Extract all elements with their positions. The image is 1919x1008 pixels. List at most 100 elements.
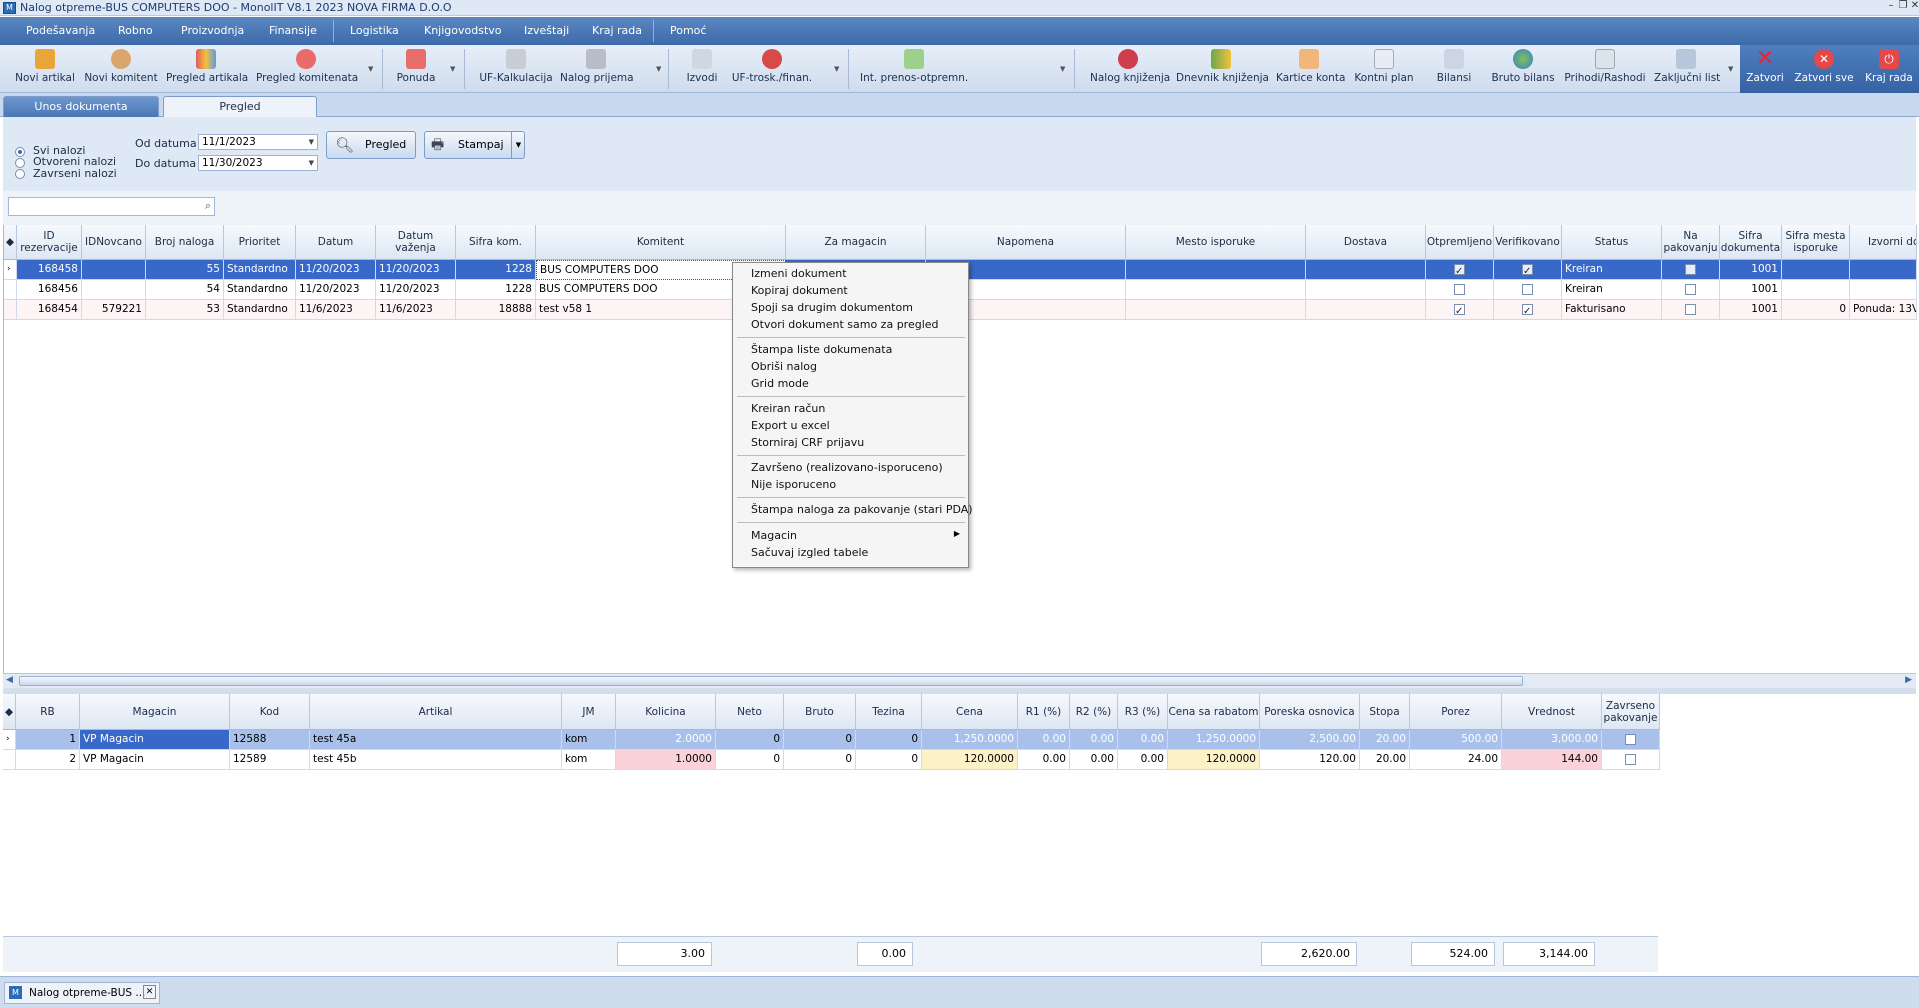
col-r2[interactable]: R2 (%) [1070, 694, 1118, 730]
col-cena-rabat[interactable]: Cena sa rabatom [1168, 694, 1260, 730]
col-magacin[interactable]: Za magacin [786, 225, 926, 260]
menu-knjigovodstvo[interactable]: Knjigovodstvo [424, 24, 502, 37]
balances-button[interactable]: Bilansi [1434, 47, 1474, 93]
from-date-field[interactable]: 11/1/2023 ▼ [198, 134, 318, 150]
tab-entry[interactable]: Unos dokumenta [3, 96, 159, 117]
table-row[interactable]: › 1 VP Magacin 12588 test 45a kom 2.0000… [3, 730, 1660, 750]
menu-edit-document[interactable]: Izmeni dokument [751, 267, 847, 280]
uf-costs-button[interactable]: UF-trosk./finan. [730, 47, 814, 93]
closing-sheet-button[interactable]: Zaključni list [1654, 47, 1720, 93]
menu-grid-mode[interactable]: Grid mode [751, 377, 809, 390]
window-tab[interactable]: M Nalog otpreme-BUS ... ✕ [4, 982, 160, 1004]
radio-all-orders[interactable] [15, 147, 25, 157]
scroll-left-icon[interactable]: ◀ [6, 675, 13, 685]
verified-checkbox[interactable] [1522, 262, 1533, 279]
menu-cancel-crf[interactable]: Storniraj CRF prijavu [751, 436, 864, 449]
shipped-checkbox[interactable] [1454, 262, 1465, 279]
table-row[interactable]: 2 VP Magacin 12589 test 45b kom 1.0000 0… [3, 750, 1660, 770]
gross-balance-button[interactable]: Bruto bilans [1490, 47, 1556, 93]
col-vrednost[interactable]: Vrednost [1502, 694, 1602, 730]
menu-copy-document[interactable]: Kopiraj dokument [751, 284, 848, 297]
scroll-thumb[interactable] [19, 676, 1523, 686]
statements-button[interactable]: Izvodi [682, 47, 722, 93]
search-input[interactable]: ⌕ [8, 197, 215, 216]
view-button[interactable]: 🔍︎ Pregled [326, 131, 416, 159]
new-article-button[interactable]: Novi artikal [14, 47, 76, 93]
col-osnovica[interactable]: Poreska osnovica [1260, 694, 1360, 730]
col-dostava[interactable]: Dostava [1306, 225, 1426, 260]
receipt-order-button[interactable]: Nalog prijema [560, 47, 634, 93]
tab-view[interactable]: Pregled [163, 96, 317, 117]
menu-warehouse[interactable]: Magacin [751, 529, 797, 542]
menu-kraj-rada[interactable]: Kraj rada [592, 24, 642, 37]
col-r1[interactable]: R1 (%) [1018, 694, 1070, 730]
menu-podesavanja[interactable]: Podešavanja [26, 24, 95, 37]
verified-checkbox[interactable] [1522, 302, 1533, 319]
print-button[interactable]: 🖶 Stampaj ▼ [424, 131, 525, 159]
col-status[interactable]: Status [1562, 225, 1662, 260]
shipped-checkbox[interactable] [1454, 283, 1465, 295]
menu-completed[interactable]: Završeno (realizovano-isporuceno) [751, 461, 943, 474]
view-partners-button[interactable]: Pregled komitenata [256, 47, 358, 93]
col-verifikovano[interactable]: Verifikovano [1494, 225, 1562, 260]
menu-izvestaji[interactable]: Izveštaji [524, 24, 569, 37]
menu-created-invoice[interactable]: Kreiran račun [751, 402, 825, 415]
search-icon[interactable]: ⌕ [205, 199, 211, 213]
verified-checkbox[interactable] [1522, 283, 1533, 295]
packing-done-checkbox[interactable] [1625, 753, 1636, 765]
menu-print-packing[interactable]: Štampa naloga za pakovanje (stari PDA) [751, 503, 973, 516]
col-cena[interactable]: Cena [922, 694, 1018, 730]
horizontal-scrollbar[interactable]: ◀ ▶ [3, 673, 1916, 688]
col-neto[interactable]: Neto [716, 694, 784, 730]
internal-transfer-button[interactable]: Int. prenos-otpremn. [860, 47, 968, 93]
dropdown-arrow-icon[interactable]: ▼ [309, 135, 314, 149]
col-stopa[interactable]: Stopa [1360, 694, 1410, 730]
offer-button[interactable]: Ponuda [394, 47, 438, 93]
chart-of-accounts-button[interactable]: Kontni plan [1354, 47, 1414, 93]
scroll-right-icon[interactable]: ▶ [1905, 675, 1912, 685]
menu-logistika[interactable]: Logistika [350, 24, 399, 37]
account-cards-button[interactable]: Kartice konta [1276, 47, 1345, 93]
col-bruto[interactable]: Bruto [784, 694, 856, 730]
col-artikal[interactable]: Artikal [310, 694, 562, 730]
col-rb[interactable]: RB [16, 694, 80, 730]
menu-delete-order[interactable]: Obriši nalog [751, 360, 817, 373]
packing-checkbox[interactable] [1685, 263, 1696, 275]
uf-calculation-button[interactable]: UF-Kalkulacija [478, 47, 554, 93]
dropdown-arrow-icon[interactable]: ▼ [309, 156, 314, 170]
menu-save-layout[interactable]: Sačuvaj izgled tabele [751, 546, 868, 559]
menu-proizvodnja[interactable]: Proizvodnja [181, 24, 244, 37]
packing-done-checkbox[interactable] [1625, 733, 1636, 745]
col-kolicina[interactable]: Kolicina [616, 694, 716, 730]
close-all-button[interactable]: ✕ Zatvori sve [1794, 47, 1854, 93]
packing-checkbox[interactable] [1685, 283, 1696, 295]
exit-button[interactable]: ⏻ Kraj rada [1864, 47, 1914, 93]
col-otpremljeno[interactable]: Otpremljeno [1426, 225, 1494, 260]
col-sifra[interactable]: Sifra kom. [456, 225, 536, 260]
radio-done-orders[interactable] [15, 169, 25, 179]
col-tezina[interactable]: Tezina [856, 694, 922, 730]
col-vazenje[interactable]: Datum važenja [376, 225, 456, 260]
col-r3[interactable]: R3 (%) [1118, 694, 1168, 730]
col-mesto[interactable]: Mesto isporuke [1126, 225, 1306, 260]
close-window-icon[interactable]: ✕ [1908, 0, 1919, 14]
close-button[interactable]: ✕ Zatvori [1744, 47, 1786, 93]
menu-print-list[interactable]: Štampa liste dokumenata [751, 343, 892, 356]
col-sifdok[interactable]: Sifra dokumenta [1720, 225, 1782, 260]
menu-finansije[interactable]: Finansije [269, 24, 317, 37]
new-partner-button[interactable]: Novi komitent [84, 47, 158, 93]
posting-order-button[interactable]: Nalog knjiženja [1090, 47, 1170, 93]
to-date-field[interactable]: 11/30/2023 ▼ [198, 155, 318, 171]
radio-open-orders[interactable] [15, 158, 25, 168]
view-articles-button[interactable]: Pregled artikala [166, 47, 248, 93]
col-prioritet[interactable]: Prioritet [224, 225, 296, 260]
col-izvorni[interactable]: Izvorni dok [1850, 225, 1917, 260]
shipped-checkbox[interactable] [1454, 302, 1465, 319]
col-pakovanje[interactable]: Na pakovanju [1662, 225, 1720, 260]
menu-robno[interactable]: Robno [118, 24, 153, 37]
income-expense-button[interactable]: Prihodi/Rashodi [1564, 47, 1646, 93]
col-sifmesta[interactable]: Sifra mesta isporuke [1782, 225, 1850, 260]
posting-journal-button[interactable]: Dnevnik knjiženja [1176, 47, 1269, 93]
col-broj[interactable]: Broj naloga [146, 225, 224, 260]
col-datum[interactable]: Datum [296, 225, 376, 260]
